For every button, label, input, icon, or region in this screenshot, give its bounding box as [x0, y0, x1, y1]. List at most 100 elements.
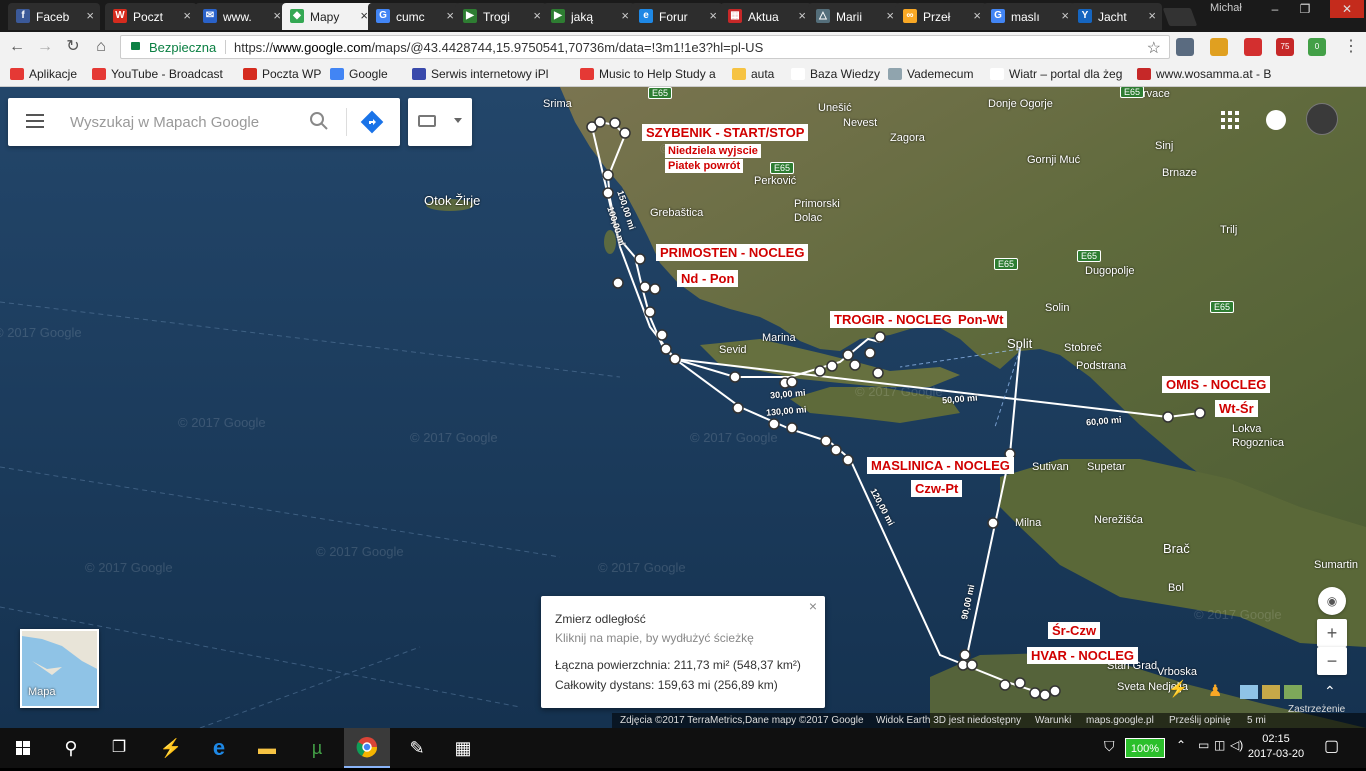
tab-4[interactable]: Gcumc ×: [368, 3, 460, 30]
reload-button[interactable]: ↻: [62, 36, 84, 58]
map-canvas[interactable]: Srima Unešić Nevest Zagora Donje Ogorje Hrvac…: [0, 87, 1366, 728]
tab-close-icon[interactable]: ×: [798, 8, 806, 23]
tab-10[interactable]: ∞ Przeł ×: [895, 3, 987, 30]
bookmark-item[interactable]: www.wosamma.at - B: [1137, 67, 1271, 81]
start-button[interactable]: [0, 728, 46, 768]
clock[interactable]: 02:15 2017-03-20: [1246, 732, 1306, 762]
omnibox[interactable]: Bezpieczna https://www.google.com/maps/@…: [120, 35, 1170, 59]
action-center-icon[interactable]: ▢: [1324, 736, 1339, 756]
feedback-link[interactable]: Prześlij opinię: [1169, 715, 1231, 726]
zoom-out-button[interactable]: −: [1317, 647, 1347, 675]
url-text[interactable]: https://www.google.com/maps/@43.4428744,…: [234, 40, 763, 55]
directions-icon[interactable]: [360, 110, 384, 134]
tab-1[interactable]: W Poczt ×: [105, 3, 197, 30]
utorrent-icon[interactable]: µ: [294, 728, 340, 768]
close-icon[interactable]: ×: [805, 598, 821, 614]
task-view-icon[interactable]: ❐: [96, 728, 142, 768]
tab-close-icon[interactable]: ×: [621, 8, 629, 23]
tab-7[interactable]: e Forur ×: [631, 3, 723, 30]
bookmark-item[interactable]: Wiatr – portal dla żeg: [990, 67, 1122, 81]
bookmark-item[interactable]: Music to Help Study a: [580, 67, 716, 81]
edge-icon[interactable]: e: [196, 728, 242, 768]
tab-close-icon[interactable]: ×: [446, 8, 454, 23]
battery-indicator[interactable]: 100%: [1125, 738, 1165, 758]
home-button[interactable]: ⌂: [90, 36, 112, 58]
tab-0[interactable]: f Faceb ×: [8, 3, 100, 30]
ext-1-icon[interactable]: [1176, 38, 1194, 56]
my-location-button[interactable]: ◉: [1318, 587, 1346, 615]
bookmark-item[interactable]: Poczta WP: [243, 67, 321, 81]
apps-grid-icon[interactable]: [1221, 111, 1239, 129]
tab-3[interactable]: ◆ Mapy ×: [282, 3, 374, 30]
tab-close-icon[interactable]: ×: [1061, 8, 1069, 23]
bookmark-item[interactable]: Serwis internetowy iPl: [412, 67, 548, 81]
network-icon[interactable]: ◫: [1214, 738, 1225, 752]
tab-close-icon[interactable]: ×: [86, 8, 94, 23]
search-input[interactable]: [70, 108, 300, 136]
map-watermark: © 2017 Google: [1194, 607, 1282, 622]
shield-icon[interactable]: ⛉: [1104, 738, 1115, 755]
ext-5-icon[interactable]: 0: [1308, 38, 1326, 56]
ext-3-icon[interactable]: [1244, 38, 1262, 56]
input-tools-button[interactable]: [408, 98, 472, 146]
bookmark-item[interactable]: Baza Wiedzy: [791, 67, 880, 81]
pegman-icon[interactable]: ♟: [1208, 681, 1224, 701]
domain-link[interactable]: maps.google.pl: [1086, 715, 1154, 726]
chrome-taskbar-icon[interactable]: [344, 728, 390, 768]
scale-label[interactable]: 5 mi: [1247, 715, 1266, 726]
tab-label: Przeł: [923, 10, 951, 24]
forward-button[interactable]: →: [34, 36, 56, 58]
account-avatar[interactable]: [1306, 103, 1338, 135]
file-explorer-icon[interactable]: ▬: [244, 728, 290, 768]
notifications-bell-icon[interactable]: [1266, 110, 1286, 130]
imagery-thumbnails[interactable]: [1240, 685, 1302, 699]
bookmark-item[interactable]: Vademecum: [888, 67, 973, 81]
bookmark-item[interactable]: Google: [330, 67, 388, 81]
bookmark-item[interactable]: Aplikacje: [10, 67, 77, 81]
ext-4-icon[interactable]: 75: [1276, 38, 1294, 56]
place-label: Supetar: [1087, 461, 1126, 473]
tab-close-icon[interactable]: ×: [533, 8, 541, 23]
hamburger-menu-icon[interactable]: [26, 114, 46, 130]
bookmark-item[interactable]: auta: [732, 67, 774, 81]
power-icon[interactable]: ▭: [1198, 738, 1209, 752]
back-button[interactable]: ←: [6, 36, 28, 58]
tab-close-icon[interactable]: ×: [273, 8, 281, 23]
tab-12[interactable]: Y Jacht ×: [1070, 3, 1162, 30]
app-icon-1[interactable]: ⚡: [148, 728, 194, 768]
tab-2[interactable]: ✉ www. ×: [195, 3, 287, 30]
tab-close-icon[interactable]: ×: [709, 8, 717, 23]
map-type-toggle[interactable]: Mapa: [20, 629, 99, 708]
terms-link[interactable]: Warunki: [1035, 715, 1071, 726]
tab-close-icon[interactable]: ×: [360, 8, 368, 23]
tab-9[interactable]: △ Marii ×: [808, 3, 900, 30]
chevron-down-icon[interactable]: [454, 118, 462, 123]
expand-up-icon[interactable]: ⌃: [1324, 683, 1336, 700]
zoom-in-button[interactable]: +: [1317, 619, 1347, 647]
maximize-button[interactable]: ❐: [1292, 0, 1318, 18]
earth-3d-icon[interactable]: ⚡: [1168, 679, 1190, 701]
close-window-button[interactable]: ✕: [1330, 0, 1364, 18]
disclaimer-link[interactable]: Zastrzeżenie: [1288, 704, 1345, 715]
search-taskbar-icon[interactable]: ⚲: [48, 728, 94, 768]
minimize-button[interactable]: –: [1262, 0, 1288, 18]
chrome-menu-icon[interactable]: ⋮: [1340, 36, 1362, 58]
tab-11[interactable]: Gmaslı ×: [983, 3, 1075, 30]
tray-chevron-up-icon[interactable]: ⌃: [1176, 738, 1186, 752]
tab-close-icon[interactable]: ×: [183, 8, 191, 23]
tab-close-icon[interactable]: ×: [973, 8, 981, 23]
search-icon[interactable]: [308, 110, 330, 132]
tab-close-icon[interactable]: ×: [886, 8, 894, 23]
bookmark-item[interactable]: YouTube - Broadcast: [92, 67, 223, 81]
ext-2-icon[interactable]: [1210, 38, 1228, 56]
tab-8[interactable]: ▦ Aktua ×: [720, 3, 812, 30]
app-icon-2[interactable]: ✎: [394, 728, 440, 768]
bookmark-star-icon[interactable]: ☆: [1147, 38, 1161, 58]
new-tab-button[interactable]: [1162, 8, 1198, 26]
tab-close-icon[interactable]: ×: [1148, 8, 1156, 23]
tab-5[interactable]: ▶ Trogi ×: [455, 3, 547, 30]
store-icon[interactable]: ▦: [440, 728, 486, 768]
bookmark-icon: [10, 68, 24, 80]
volume-icon[interactable]: ◁): [1230, 738, 1243, 752]
tab-6[interactable]: ▶ jaką ×: [543, 3, 635, 30]
